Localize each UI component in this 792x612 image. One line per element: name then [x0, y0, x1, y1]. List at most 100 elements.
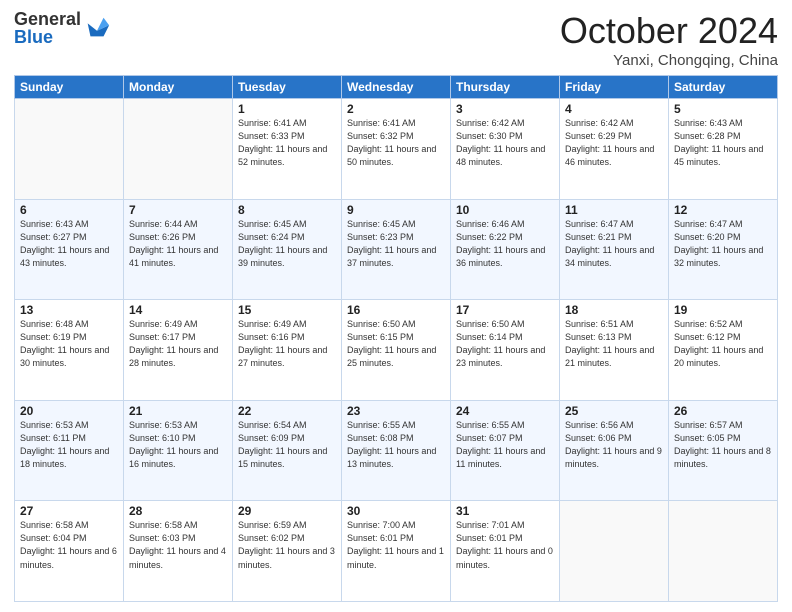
day-info: Sunrise: 6:53 AM Sunset: 6:10 PM Dayligh… — [129, 419, 227, 471]
day-info: Sunrise: 6:50 AM Sunset: 6:14 PM Dayligh… — [456, 318, 554, 370]
day-number: 25 — [565, 404, 663, 418]
day-number: 7 — [129, 203, 227, 217]
day-info: Sunrise: 6:54 AM Sunset: 6:09 PM Dayligh… — [238, 419, 336, 471]
day-number: 4 — [565, 102, 663, 116]
logo: General Blue — [14, 10, 111, 46]
day-cell: 13Sunrise: 6:48 AM Sunset: 6:19 PM Dayli… — [15, 300, 124, 401]
logo-text: General Blue — [14, 10, 81, 46]
day-number: 9 — [347, 203, 445, 217]
day-cell: 26Sunrise: 6:57 AM Sunset: 6:05 PM Dayli… — [669, 400, 778, 501]
header: General Blue October 2024 Yanxi, Chongqi… — [14, 10, 778, 69]
day-number: 26 — [674, 404, 772, 418]
day-number: 17 — [456, 303, 554, 317]
day-cell — [15, 99, 124, 200]
day-number: 22 — [238, 404, 336, 418]
day-number: 23 — [347, 404, 445, 418]
day-number: 19 — [674, 303, 772, 317]
day-cell: 5Sunrise: 6:43 AM Sunset: 6:28 PM Daylig… — [669, 99, 778, 200]
day-cell — [560, 501, 669, 602]
day-cell: 6Sunrise: 6:43 AM Sunset: 6:27 PM Daylig… — [15, 199, 124, 300]
day-cell: 29Sunrise: 6:59 AM Sunset: 6:02 PM Dayli… — [233, 501, 342, 602]
calendar-header: Sunday Monday Tuesday Wednesday Thursday… — [15, 76, 778, 99]
day-number: 16 — [347, 303, 445, 317]
day-number: 13 — [20, 303, 118, 317]
day-number: 12 — [674, 203, 772, 217]
day-number: 18 — [565, 303, 663, 317]
col-tuesday: Tuesday — [233, 76, 342, 99]
day-number: 11 — [565, 203, 663, 217]
week-row-4: 27Sunrise: 6:58 AM Sunset: 6:04 PM Dayli… — [15, 501, 778, 602]
day-info: Sunrise: 6:59 AM Sunset: 6:02 PM Dayligh… — [238, 519, 336, 571]
day-cell: 23Sunrise: 6:55 AM Sunset: 6:08 PM Dayli… — [342, 400, 451, 501]
day-number: 8 — [238, 203, 336, 217]
day-number: 31 — [456, 504, 554, 518]
day-cell: 19Sunrise: 6:52 AM Sunset: 6:12 PM Dayli… — [669, 300, 778, 401]
day-cell: 9Sunrise: 6:45 AM Sunset: 6:23 PM Daylig… — [342, 199, 451, 300]
day-number: 15 — [238, 303, 336, 317]
day-info: Sunrise: 7:01 AM Sunset: 6:01 PM Dayligh… — [456, 519, 554, 571]
week-row-2: 13Sunrise: 6:48 AM Sunset: 6:19 PM Dayli… — [15, 300, 778, 401]
day-cell: 30Sunrise: 7:00 AM Sunset: 6:01 PM Dayli… — [342, 501, 451, 602]
header-row: Sunday Monday Tuesday Wednesday Thursday… — [15, 76, 778, 99]
day-number: 20 — [20, 404, 118, 418]
day-info: Sunrise: 6:45 AM Sunset: 6:24 PM Dayligh… — [238, 218, 336, 270]
day-info: Sunrise: 6:42 AM Sunset: 6:30 PM Dayligh… — [456, 117, 554, 169]
day-info: Sunrise: 6:52 AM Sunset: 6:12 PM Dayligh… — [674, 318, 772, 370]
col-wednesday: Wednesday — [342, 76, 451, 99]
day-info: Sunrise: 7:00 AM Sunset: 6:01 PM Dayligh… — [347, 519, 445, 571]
logo-icon — [83, 14, 111, 42]
day-info: Sunrise: 6:50 AM Sunset: 6:15 PM Dayligh… — [347, 318, 445, 370]
day-info: Sunrise: 6:44 AM Sunset: 6:26 PM Dayligh… — [129, 218, 227, 270]
day-cell: 3Sunrise: 6:42 AM Sunset: 6:30 PM Daylig… — [451, 99, 560, 200]
col-monday: Monday — [124, 76, 233, 99]
day-number: 5 — [674, 102, 772, 116]
day-info: Sunrise: 6:45 AM Sunset: 6:23 PM Dayligh… — [347, 218, 445, 270]
day-cell: 24Sunrise: 6:55 AM Sunset: 6:07 PM Dayli… — [451, 400, 560, 501]
day-info: Sunrise: 6:43 AM Sunset: 6:28 PM Dayligh… — [674, 117, 772, 169]
location: Yanxi, Chongqing, China — [560, 52, 778, 69]
day-number: 21 — [129, 404, 227, 418]
week-row-0: 1Sunrise: 6:41 AM Sunset: 6:33 PM Daylig… — [15, 99, 778, 200]
day-info: Sunrise: 6:47 AM Sunset: 6:21 PM Dayligh… — [565, 218, 663, 270]
day-number: 6 — [20, 203, 118, 217]
day-cell: 12Sunrise: 6:47 AM Sunset: 6:20 PM Dayli… — [669, 199, 778, 300]
day-cell: 14Sunrise: 6:49 AM Sunset: 6:17 PM Dayli… — [124, 300, 233, 401]
day-number: 27 — [20, 504, 118, 518]
day-info: Sunrise: 6:57 AM Sunset: 6:05 PM Dayligh… — [674, 419, 772, 471]
day-number: 2 — [347, 102, 445, 116]
day-cell: 17Sunrise: 6:50 AM Sunset: 6:14 PM Dayli… — [451, 300, 560, 401]
col-sunday: Sunday — [15, 76, 124, 99]
day-info: Sunrise: 6:42 AM Sunset: 6:29 PM Dayligh… — [565, 117, 663, 169]
day-info: Sunrise: 6:43 AM Sunset: 6:27 PM Dayligh… — [20, 218, 118, 270]
day-info: Sunrise: 6:58 AM Sunset: 6:04 PM Dayligh… — [20, 519, 118, 571]
day-info: Sunrise: 6:41 AM Sunset: 6:32 PM Dayligh… — [347, 117, 445, 169]
day-info: Sunrise: 6:46 AM Sunset: 6:22 PM Dayligh… — [456, 218, 554, 270]
day-number: 29 — [238, 504, 336, 518]
day-info: Sunrise: 6:53 AM Sunset: 6:11 PM Dayligh… — [20, 419, 118, 471]
day-cell: 21Sunrise: 6:53 AM Sunset: 6:10 PM Dayli… — [124, 400, 233, 501]
day-cell: 2Sunrise: 6:41 AM Sunset: 6:32 PM Daylig… — [342, 99, 451, 200]
day-cell: 4Sunrise: 6:42 AM Sunset: 6:29 PM Daylig… — [560, 99, 669, 200]
day-number: 1 — [238, 102, 336, 116]
day-cell: 10Sunrise: 6:46 AM Sunset: 6:22 PM Dayli… — [451, 199, 560, 300]
day-number: 24 — [456, 404, 554, 418]
day-cell: 27Sunrise: 6:58 AM Sunset: 6:04 PM Dayli… — [15, 501, 124, 602]
month-title: October 2024 — [560, 10, 778, 52]
day-cell: 28Sunrise: 6:58 AM Sunset: 6:03 PM Dayli… — [124, 501, 233, 602]
day-cell — [124, 99, 233, 200]
day-info: Sunrise: 6:58 AM Sunset: 6:03 PM Dayligh… — [129, 519, 227, 571]
calendar-table: Sunday Monday Tuesday Wednesday Thursday… — [14, 75, 778, 602]
day-info: Sunrise: 6:51 AM Sunset: 6:13 PM Dayligh… — [565, 318, 663, 370]
week-row-1: 6Sunrise: 6:43 AM Sunset: 6:27 PM Daylig… — [15, 199, 778, 300]
page: General Blue October 2024 Yanxi, Chongqi… — [0, 0, 792, 612]
day-cell: 11Sunrise: 6:47 AM Sunset: 6:21 PM Dayli… — [560, 199, 669, 300]
day-number: 10 — [456, 203, 554, 217]
day-cell: 8Sunrise: 6:45 AM Sunset: 6:24 PM Daylig… — [233, 199, 342, 300]
day-cell: 1Sunrise: 6:41 AM Sunset: 6:33 PM Daylig… — [233, 99, 342, 200]
day-cell — [669, 501, 778, 602]
calendar-body: 1Sunrise: 6:41 AM Sunset: 6:33 PM Daylig… — [15, 99, 778, 602]
title-block: October 2024 Yanxi, Chongqing, China — [560, 10, 778, 69]
day-info: Sunrise: 6:49 AM Sunset: 6:17 PM Dayligh… — [129, 318, 227, 370]
day-info: Sunrise: 6:49 AM Sunset: 6:16 PM Dayligh… — [238, 318, 336, 370]
week-row-3: 20Sunrise: 6:53 AM Sunset: 6:11 PM Dayli… — [15, 400, 778, 501]
